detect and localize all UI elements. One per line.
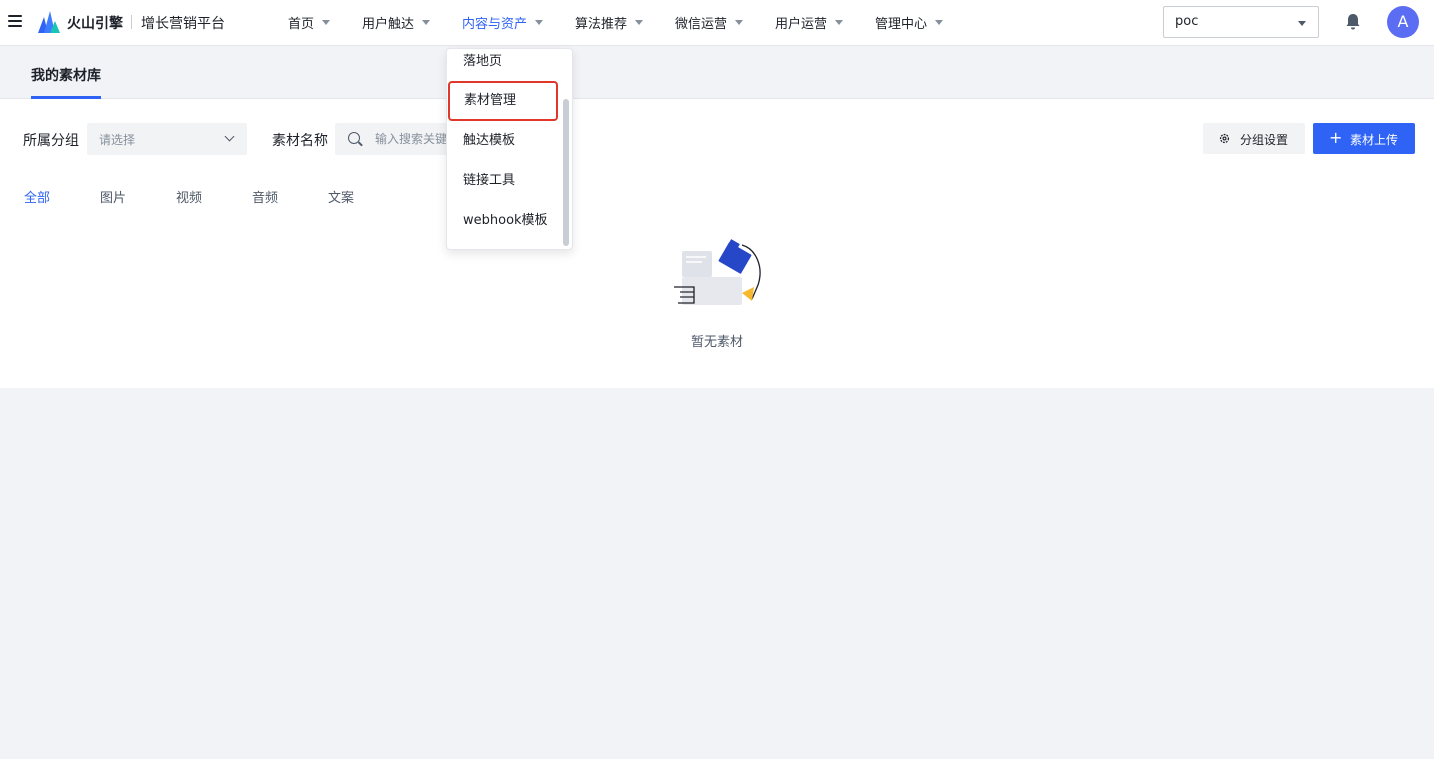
nav-item-admin[interactable]: 管理中心 bbox=[875, 13, 944, 32]
name-filter-label: 素材名称 bbox=[272, 133, 328, 149]
top-header: 火山引擎 增长营销平台 首页 用户触达 内容与资产 算法推荐 微信运营 用户运营… bbox=[0, 0, 1434, 46]
group-filter-label: 所属分组 bbox=[23, 133, 79, 149]
caret-down-icon bbox=[1298, 21, 1306, 26]
caret-down-icon bbox=[835, 20, 844, 25]
nav-item-algorithm[interactable]: 算法推荐 bbox=[575, 13, 644, 32]
caret-down-icon bbox=[635, 20, 644, 25]
type-tab-audio[interactable]: 音频 bbox=[252, 187, 278, 206]
caret-down-icon bbox=[422, 20, 431, 25]
project-select[interactable]: poc bbox=[1163, 6, 1319, 38]
type-tab-video[interactable]: 视频 bbox=[176, 187, 202, 206]
bell-icon[interactable] bbox=[1343, 12, 1363, 32]
chevron-down-icon bbox=[224, 131, 235, 142]
empty-state-text: 暂无素材 bbox=[690, 335, 743, 350]
subheader: 我的素材库 bbox=[0, 47, 1434, 99]
plus-icon: + bbox=[1329, 128, 1343, 147]
nav-item-home[interactable]: 首页 bbox=[288, 13, 331, 32]
dropdown-item-link-tools[interactable]: 链接工具 bbox=[447, 161, 559, 201]
brand-divider bbox=[131, 15, 132, 29]
brand-name[interactable]: 火山引擎 bbox=[67, 13, 123, 33]
group-select[interactable]: 请选择 bbox=[87, 123, 247, 155]
volcano-engine-logo bbox=[38, 11, 60, 33]
avatar[interactable]: A bbox=[1387, 6, 1419, 38]
nav-item-wechat[interactable]: 微信运营 bbox=[675, 13, 744, 32]
dropdown-item-material-management[interactable]: 素材管理 bbox=[448, 81, 558, 121]
type-tab-copy[interactable]: 文案 bbox=[328, 187, 354, 206]
caret-down-icon bbox=[322, 20, 331, 25]
empty-state-illustration bbox=[674, 239, 761, 305]
nav-item-user-ops[interactable]: 用户运营 bbox=[775, 13, 844, 32]
dropdown-scrollbar[interactable] bbox=[563, 99, 569, 246]
project-select-value: poc bbox=[1175, 14, 1199, 29]
group-settings-button[interactable]: 分组设置 bbox=[1203, 123, 1305, 154]
dropdown-item-webhook-template[interactable]: webhook模板 bbox=[447, 201, 559, 241]
group-settings-label: 分组设置 bbox=[1240, 133, 1289, 147]
hamburger-menu-icon[interactable] bbox=[8, 15, 22, 27]
group-select-placeholder: 请选择 bbox=[99, 133, 136, 147]
type-tab-all[interactable]: 全部 bbox=[24, 187, 50, 206]
tab-my-library[interactable]: 我的素材库 bbox=[31, 65, 101, 85]
dropdown-item-landing-page[interactable]: 落地页 bbox=[447, 49, 559, 82]
type-tab-image[interactable]: 图片 bbox=[100, 187, 126, 206]
material-panel: 所属分组 请选择 素材名称 分组设置 + 素材上传 全部 图片 视频 音频 文案… bbox=[0, 99, 1434, 388]
upload-label: 素材上传 bbox=[1350, 133, 1399, 147]
caret-down-icon bbox=[735, 20, 744, 25]
upload-button[interactable]: + 素材上传 bbox=[1313, 123, 1415, 154]
gear-icon bbox=[1219, 133, 1230, 144]
product-name: 增长营销平台 bbox=[141, 16, 225, 32]
caret-down-icon bbox=[535, 20, 544, 25]
dropdown-item-reach-template[interactable]: 触达模板 bbox=[447, 121, 559, 161]
content-assets-dropdown: 落地页 素材管理 触达模板 链接工具 webhook模板 bbox=[446, 48, 573, 250]
nav-item-user-reach[interactable]: 用户触达 bbox=[362, 13, 431, 32]
nav-item-content-assets[interactable]: 内容与资产 bbox=[462, 13, 544, 32]
caret-down-icon bbox=[935, 20, 944, 25]
search-icon bbox=[348, 132, 360, 144]
